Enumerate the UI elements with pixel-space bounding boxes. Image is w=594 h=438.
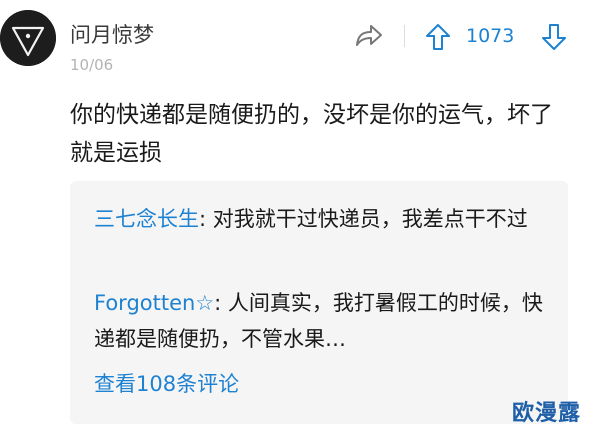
watermark-logo: 欧漫露 (512, 401, 582, 426)
arrow-down-icon (542, 24, 566, 50)
downvote-button[interactable] (540, 22, 568, 52)
share-button[interactable] (354, 22, 384, 50)
reply-separator: : (199, 207, 207, 231)
avatar[interactable] (0, 10, 56, 66)
arrow-up-icon (426, 24, 450, 50)
share-icon (356, 25, 382, 46)
triangle-logo-icon (0, 10, 56, 66)
view-all-comments-link[interactable]: 查看108条评论 (94, 368, 239, 400)
replies-box: 三七念长生: 对我就干过快递员，我差点干不过 Forgotten☆: 人间真实，… (70, 181, 568, 424)
vote-count: 1073 (466, 25, 515, 47)
upvote-button[interactable] (424, 22, 452, 52)
reply-author[interactable]: Forgotten☆ (94, 291, 214, 315)
comment-text: 你的快递都是随便扔的，没坏是你的运气，坏了就是运损 (70, 102, 553, 166)
reply-text: 对我就干过快递员，我差点干不过 (212, 207, 528, 231)
username[interactable]: 问月惊梦 (70, 22, 154, 48)
comment-date: 10/06 (70, 56, 114, 74)
reply-author[interactable]: 三七念长生 (94, 207, 199, 231)
divider (404, 25, 405, 47)
reply-item: 三七念长生: 对我就干过快递员，我差点干不过 (94, 201, 546, 237)
reply-item: Forgotten☆: 人间真实，我打暑假工的时候，快递都是随便扔，不管水果… (94, 285, 546, 357)
reply-separator: : (214, 291, 222, 315)
